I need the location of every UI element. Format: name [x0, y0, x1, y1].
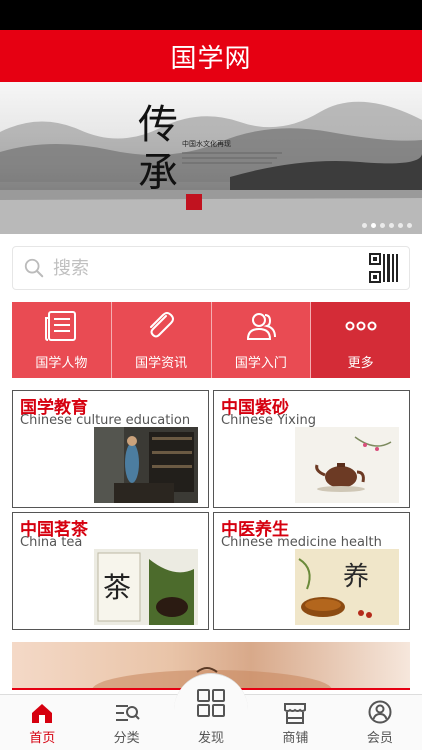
card-subtitle: Chinese medicine health — [221, 535, 382, 550]
nav-item-people[interactable]: 国学人物 — [12, 302, 112, 378]
herbal-image: 养 — [295, 549, 399, 625]
carousel-dot[interactable] — [407, 223, 412, 228]
tab-label: 发现 — [198, 731, 225, 746]
category-nav: 国学人物 国学资讯 国学入门 更多 — [12, 302, 410, 378]
category-search-icon — [115, 705, 140, 721]
feature-cards: 国学教育 Chinese culture education 中国紫砂 Chin… — [12, 390, 410, 630]
discover-grid-icon — [197, 689, 226, 717]
card-medicine[interactable]: 中医养生 Chinese medicine health 养 — [213, 512, 410, 630]
carousel-dot[interactable] — [362, 223, 367, 228]
nav-item-news[interactable]: 国学资讯 — [111, 302, 212, 378]
bottom-tab-bar: 首页 分类 发现 商铺 会员 — [0, 673, 422, 750]
tab-label: 会员 — [366, 731, 393, 746]
nav-label: 国学入门 — [234, 355, 287, 371]
more-dots-icon — [345, 321, 377, 330]
carousel-dot[interactable] — [398, 223, 403, 228]
banner-subtitle: 中国水文化再现 — [182, 139, 231, 148]
card-subtitle: Chinese Yixing — [221, 413, 316, 428]
tab-label: 首页 — [29, 731, 56, 746]
qr-scan-icon[interactable] — [369, 253, 399, 283]
search-icon — [24, 258, 44, 278]
search-bar[interactable] — [12, 246, 410, 290]
carousel-indicator — [362, 223, 412, 228]
carousel-dot-active[interactable] — [371, 223, 376, 228]
page-title: 国学网 — [170, 43, 252, 74]
svg-text:养: 养 — [343, 562, 369, 592]
member-icon — [368, 700, 392, 724]
banner-calligraphy-1: 传 — [138, 102, 178, 148]
tab-category[interactable]: 分类 — [84, 695, 168, 750]
card-subtitle: Chinese culture education — [20, 413, 191, 428]
card-tea[interactable]: 中国茗茶 China tea 茶 — [12, 512, 209, 630]
nav-label: 国学人物 — [35, 355, 88, 371]
banner-seal — [186, 194, 202, 210]
card-education[interactable]: 国学教育 Chinese culture education — [12, 390, 209, 508]
teapot-image — [295, 427, 399, 503]
search-input[interactable] — [53, 257, 369, 279]
card-yixing[interactable]: 中国紫砂 Chinese Yixing — [213, 390, 410, 508]
education-image — [94, 427, 198, 503]
tea-image: 茶 — [94, 549, 198, 625]
banner-carousel[interactable]: 传 承 中国水文化再现 — [0, 82, 422, 234]
store-icon — [284, 703, 307, 724]
svg-text:茶: 茶 — [103, 571, 131, 604]
banner-calligraphy-2: 承 — [138, 150, 178, 196]
title-bar: 国学网 — [0, 30, 422, 82]
tab-store[interactable]: 商铺 — [253, 695, 337, 750]
status-bar — [0, 0, 422, 30]
home-icon — [32, 704, 53, 723]
tab-home[interactable]: 首页 — [0, 695, 84, 750]
banner-landscape-image: 传 承 中国水文化再现 — [0, 101, 422, 234]
nav-label: 国学资讯 — [135, 355, 188, 371]
nav-label: 更多 — [347, 355, 374, 371]
card-subtitle: China tea — [20, 535, 83, 550]
tab-label: 商铺 — [282, 731, 309, 746]
nav-item-more[interactable]: 更多 — [311, 302, 410, 378]
newspaper-icon — [45, 310, 77, 341]
tab-discover[interactable]: 发现 — [169, 673, 253, 750]
paperclip-icon — [150, 311, 175, 337]
carousel-dot[interactable] — [389, 223, 394, 228]
tab-member[interactable]: 会员 — [338, 695, 422, 750]
nav-item-intro[interactable]: 国学入门 — [211, 302, 312, 378]
carousel-dot[interactable] — [380, 223, 385, 228]
tab-label: 分类 — [113, 731, 140, 746]
people-icon — [246, 312, 276, 340]
